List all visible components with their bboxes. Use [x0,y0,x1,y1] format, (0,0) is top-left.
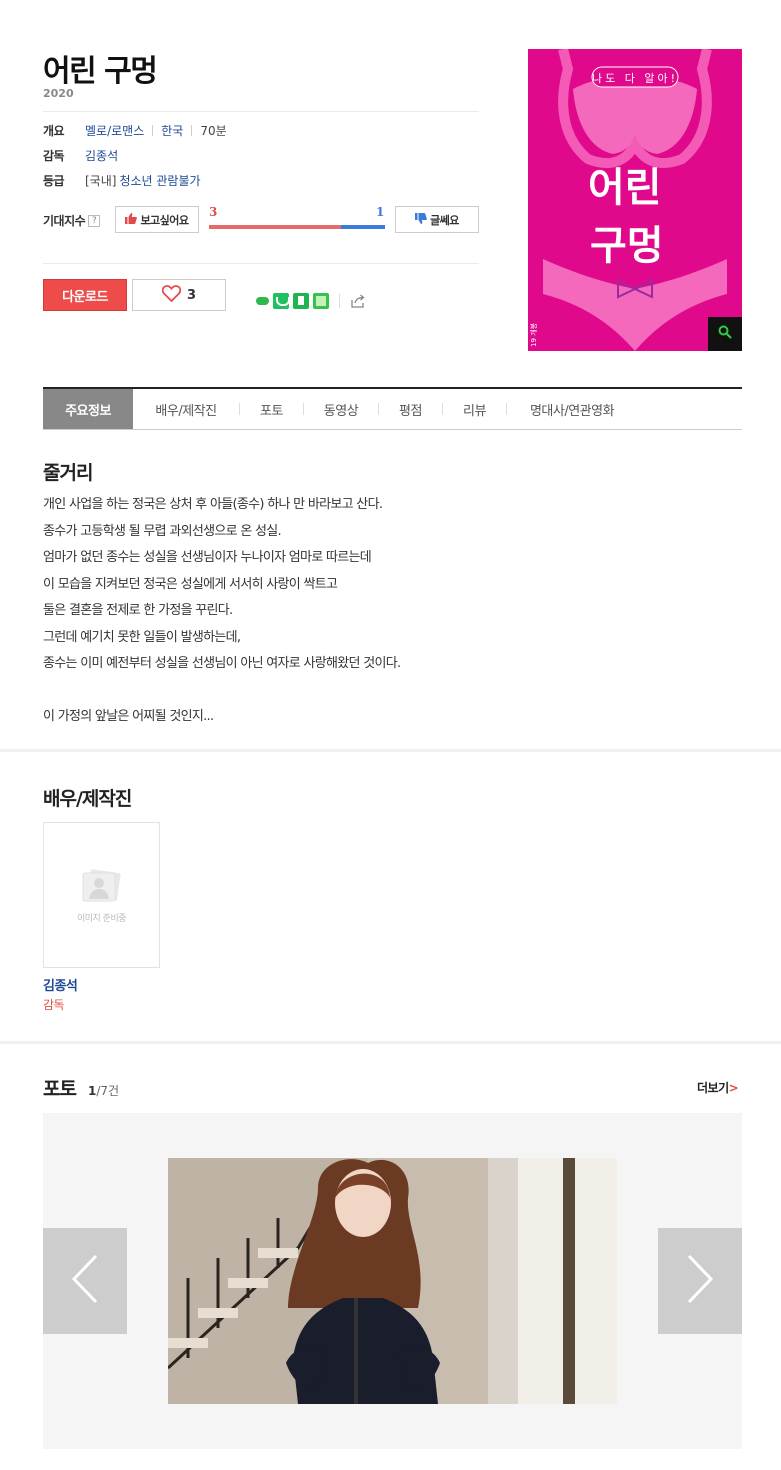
photo-header: 포토 1/7건 [43,1074,119,1101]
zoom-button[interactable] [708,317,742,351]
want-to-see-button[interactable]: 보고싶어요 [115,206,199,233]
separator [152,124,154,136]
movie-year: 2020 [43,87,74,100]
previous-photo-button[interactable] [43,1228,127,1334]
tab-rating[interactable]: 평점 [379,389,442,429]
cast-member-name[interactable]: 김종석 [43,975,78,994]
genre-link[interactable]: 멜로/로맨스 [85,122,144,139]
synopsis-line: 엄마가 없던 종수는 성실을 선생님이자 누나이자 엄마로 따르는데 [43,550,372,565]
movie-title: 어린 구멍 [43,54,158,89]
synopsis-line: 둘은 결혼을 전제로 한 가정을 꾸린다. [43,603,233,618]
section-divider [0,749,781,752]
synopsis-line: 종수가 고등학생 될 무렵 과외선생으로 온 성실. [43,523,282,539]
more-label: 더보기 [697,1081,729,1095]
line-share-icon[interactable] [255,293,269,309]
synopsis-title: 줄거리 [43,462,93,484]
cast-photo-card[interactable]: 이미지 준비중 [43,822,160,968]
synopsis-line: 이 가정의 앞날은 어찌될 것인지... [43,709,214,724]
cast-member-role: 감독 [43,998,65,1012]
rating-link[interactable]: 청소년 관람불가 [119,172,200,189]
poster-title-line2: 구멍 [590,223,664,269]
movie-still-photo[interactable] [168,1158,617,1404]
tab-video[interactable]: 동영상 [304,389,378,429]
bookmark-share-icon[interactable] [293,293,309,309]
overview-label: 개요 [43,123,65,138]
photo-total: /7건 [96,1084,120,1098]
section-divider [0,1041,781,1044]
director-link[interactable]: 김종석 [85,147,118,164]
photo-slider [43,1113,742,1449]
photo-section-title: 포토 [43,1078,77,1100]
person-placeholder-icon [77,867,127,907]
poster-artwork: 어린 구멍 나도 다 알아! 19 개봉 [528,49,742,351]
separator [339,294,340,308]
still-artwork [168,1158,617,1404]
more-photos-link[interactable]: 더보기> [697,1079,739,1096]
tab-cast[interactable]: 배우/제작진 [133,389,239,429]
expectation-label: 기대지수 ? [43,212,101,229]
like-button[interactable]: 3 [132,279,226,311]
synopsis-line: 종수는 이미 예전부터 성실을 선생님이 아닌 여자로 사랑해왔던 것이다. [43,656,401,671]
like-count: 3 [186,287,197,303]
synopsis-line: 이 모습을 지켜보던 정국은 성실에게 서서히 사랑이 싹트고 [43,576,338,592]
vote-ratio-bar [209,225,385,229]
expectation-label-text: 기대지수 [43,214,86,228]
tabs-bottom-border [43,429,742,430]
rating-row: 등급 [국내] 청소년 관람불가 [43,170,201,190]
tab-main-info[interactable]: 주요정보 [43,389,133,429]
heart-icon [161,284,182,306]
chevron-right-icon: > [728,1081,739,1095]
thumbs-up-icon [125,212,138,227]
runtime: 70분 [200,123,227,138]
movie-poster[interactable]: 어린 구멍 나도 다 알아! 19 개봉 [528,49,742,351]
chevron-right-icon [685,1254,715,1308]
thumbs-down-icon [415,212,427,227]
poster-title-line1: 어린 [588,165,662,211]
country-link[interactable]: 한국 [161,122,183,139]
director-label: 감독 [43,148,65,163]
not-sure-label: 글쎄요 [430,213,459,227]
tab-photo[interactable]: 포토 [240,389,303,429]
rating-prefix: [국내] [85,173,117,188]
chevron-left-icon [70,1254,100,1308]
want-count: 3 [209,205,218,219]
image-pending-text: 이미지 준비중 [76,914,127,924]
synopsis-line [43,678,733,705]
share-icon[interactable] [350,293,366,309]
want-to-see-label: 보고싶어요 [140,213,189,227]
download-button[interactable]: 다운로드 [43,279,127,311]
rating-label: 등급 [43,173,65,188]
divider [43,111,479,112]
director-row: 감독 김종석 [43,145,118,165]
band-share-icon[interactable] [273,293,290,309]
share-bar [255,293,366,309]
tab-quotes-related[interactable]: 명대사/연관영화 [507,389,637,429]
blog-share-icon[interactable] [313,293,329,309]
help-icon[interactable]: ? [88,214,101,227]
tab-review[interactable]: 리뷰 [443,389,506,429]
synopsis-line: 그런데 예기치 못한 일들이 발생하는데, [43,629,241,645]
next-photo-button[interactable] [658,1228,742,1334]
separator [191,124,193,136]
divider [43,263,479,264]
cast-section-title: 배우/제작진 [43,788,132,810]
synopsis-text: 개인 사업을 하는 정국은 상처 후 아들(종수) 하나 만 바라보고 산다. … [43,492,733,731]
photo-counter: 1/7건 [88,1082,119,1099]
poster-tagline: 나도 다 알아! [592,71,678,85]
poster-side-text: 19 개봉 [529,322,538,347]
not-sure-button[interactable]: 글쎄요 [395,206,479,233]
tab-bar: 주요정보 배우/제작진 포토 동영상 평점 리뷰 명대사/연관영화 [43,389,637,429]
vote-ratio-fill [209,225,341,229]
magnifier-icon [718,325,732,343]
overview-row: 개요 멜로/로맨스 한국 70분 [43,120,227,140]
synopsis-line: 개인 사업을 하는 정국은 상처 후 아들(종수) 하나 만 바라보고 산다. [43,497,383,512]
dislike-count: 1 [376,205,385,219]
